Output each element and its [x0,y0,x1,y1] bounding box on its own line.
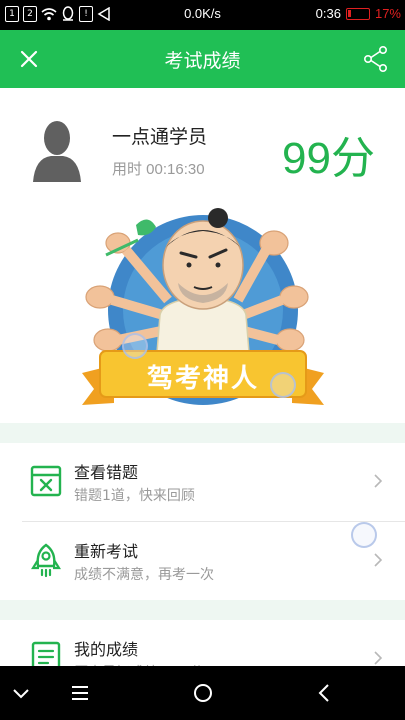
my-scores-title: 我的成绩 [74,640,139,659]
clock: 0:36 [315,6,341,21]
touch-indicator [122,333,148,359]
chevron-right-icon [374,553,383,567]
wrong-answers-title: 查看错题 [74,463,139,482]
rocket-icon [31,543,61,578]
section-separator [0,423,405,443]
retake-exam-title: 重新考试 [74,542,139,561]
home-icon[interactable] [190,680,216,706]
retake-exam-item[interactable]: 重新考试 成绩不满意，再考一次 [0,522,405,600]
chevron-down-icon[interactable] [8,680,34,706]
section-separator [0,600,405,620]
share-icon[interactable] [363,45,389,73]
battery-percent: 17% [374,6,401,21]
status-bar: 1 2 ! 0.0K/s 0:36 17% [0,0,405,30]
app-header: 考试成绩 [0,30,405,88]
wrong-answers-icon [30,465,62,497]
system-nav-bar [0,666,405,720]
page-title: 考试成绩 [164,50,241,72]
used-time: 用时 00:16:30 [112,161,205,178]
back-icon[interactable] [312,680,338,706]
touch-indicator [351,522,377,548]
wrong-answers-item[interactable]: 查看错题 错题1道，快来回顾 [0,443,405,521]
wrong-answers-subtitle: 错题1道，快来回顾 [74,488,195,504]
avatar [33,121,81,182]
profile-section: 一点通学员 用时 00:16:30 99分 [0,88,405,208]
user-name: 一点通学员 [112,126,208,148]
status-icons-right: 0:36 17% [316,6,401,21]
battery-icon [345,7,370,20]
exam-score: 99分 [282,134,375,183]
chevron-right-icon [374,651,383,665]
retake-exam-subtitle: 成绩不满意，再考一次 [74,567,214,583]
chevron-right-icon [374,474,383,488]
menu-icon[interactable] [67,680,93,706]
touch-indicator [270,372,296,398]
